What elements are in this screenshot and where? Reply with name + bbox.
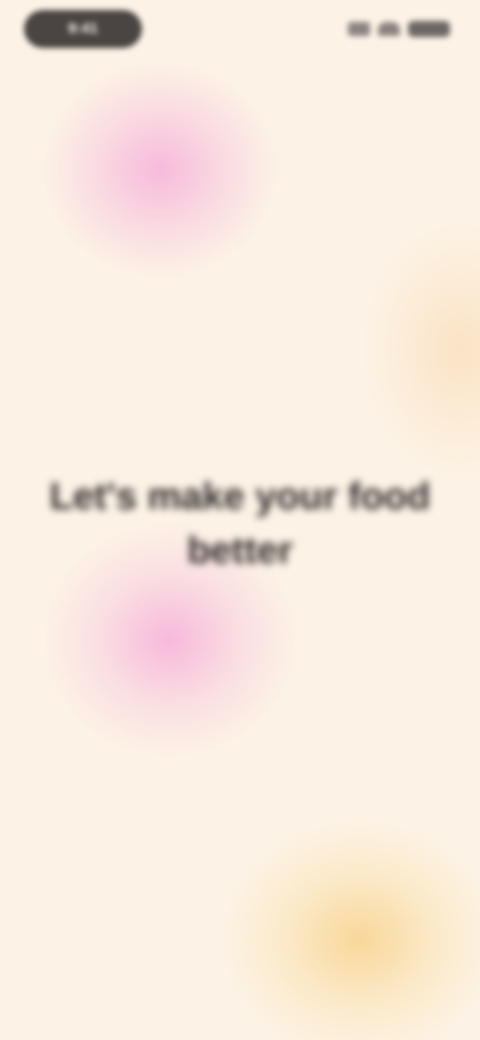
peach-gradient-blob-right	[360, 220, 480, 480]
cellular-signal-icon	[348, 22, 370, 36]
status-time: 9:41	[24, 10, 142, 48]
splash-screen: 9:41 Let's make your food better	[0, 0, 480, 1040]
pink-gradient-blob-top	[40, 60, 280, 280]
onboarding-headline: Let's make your food better	[49, 476, 431, 572]
yellow-gradient-blob-bottom	[220, 820, 480, 1040]
status-bar: 9:41	[0, 0, 480, 60]
battery-icon	[408, 21, 450, 37]
status-icons	[348, 20, 452, 38]
wifi-icon	[378, 22, 400, 36]
